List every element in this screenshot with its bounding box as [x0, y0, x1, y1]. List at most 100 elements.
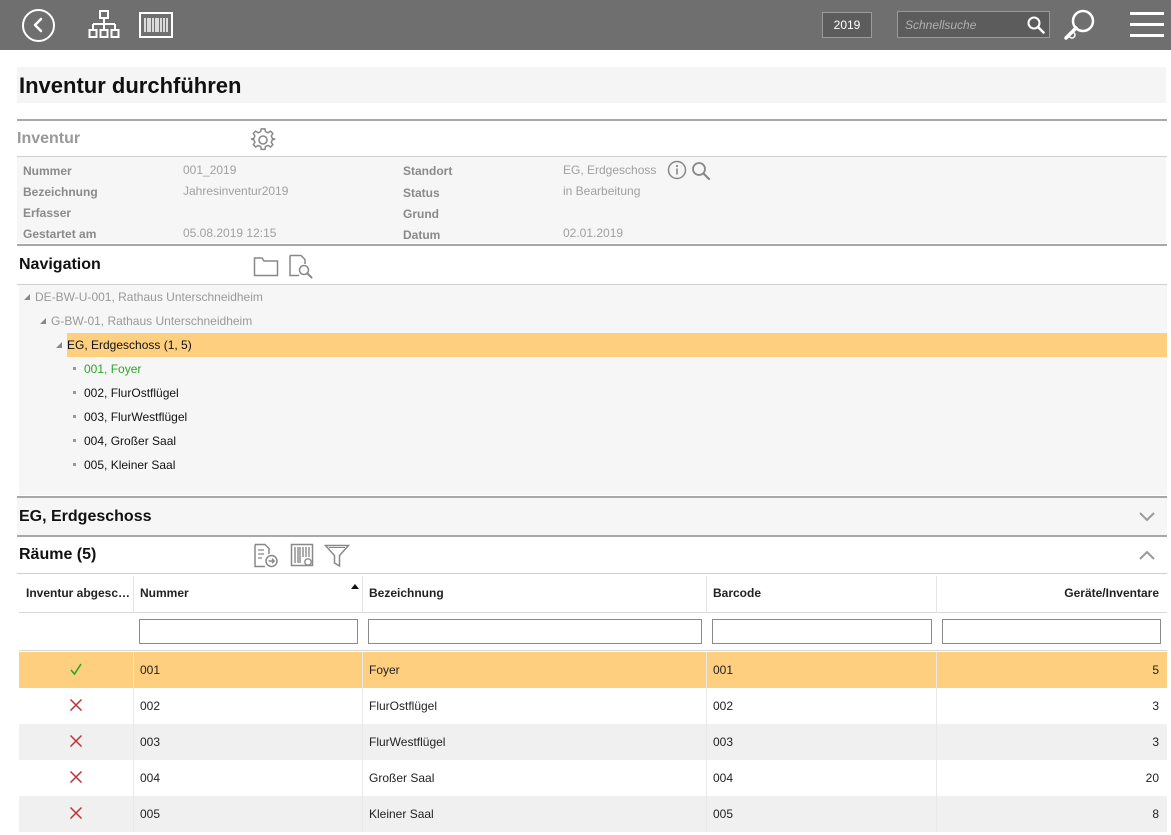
tree-node-room[interactable]: 003, FlurWestflügel: [73, 410, 187, 424]
tree-node-label: 004, Großer Saal: [84, 434, 177, 448]
divider: [17, 244, 1167, 246]
table-row[interactable]: 003 FlurWestflügel 003 3: [19, 724, 1167, 760]
tree-node-room[interactable]: 001, Foyer: [73, 362, 141, 376]
filter-input-nummer[interactable]: [139, 619, 358, 644]
search-icon[interactable]: [1027, 16, 1045, 34]
tree-node-label: 003, FlurWestflügel: [84, 410, 188, 424]
cross-icon: [69, 734, 83, 748]
filter-input-bezeichnung[interactable]: [368, 619, 702, 644]
tree-node-label: DE-BW-U-001, Rathaus Unterschneidheim: [35, 290, 263, 304]
divider: [17, 119, 1167, 121]
menu-button[interactable]: [1130, 10, 1164, 40]
cross-icon: [69, 698, 83, 712]
table-header: Inventur abgeschlossen Nummer Bezeichnun…: [19, 576, 1167, 613]
barcode-icon: [139, 12, 173, 38]
tree-node-floor[interactable]: EG, Erdgeschoss (1, 5): [56, 338, 192, 352]
quick-search-input[interactable]: [898, 12, 1023, 37]
back-button[interactable]: [22, 9, 55, 42]
tree-selection-highlight: [67, 333, 1167, 357]
document-search-icon[interactable]: [288, 254, 314, 280]
check-icon: [70, 663, 82, 676]
advanced-search-button[interactable]: [1063, 8, 1099, 47]
menu-icon: [1130, 12, 1164, 15]
page-title-bar: Inventur durchführen: [17, 67, 1166, 103]
cell-bezeichnung: Kleiner Saal: [363, 796, 707, 832]
tree-bullet: [73, 463, 76, 466]
top-bar: 2019: [0, 0, 1171, 50]
table-row[interactable]: 004 Großer Saal 004 20: [19, 760, 1167, 796]
menu-icon-line: [1130, 34, 1164, 37]
folder-icon[interactable]: [253, 255, 279, 277]
cell-geraete: 5: [1152, 663, 1159, 677]
year-selector[interactable]: 2019: [822, 12, 872, 38]
tree-node-building[interactable]: G-BW-01, Rathaus Unterschneidheim: [40, 314, 252, 328]
inventur-settings-button[interactable]: [250, 127, 276, 158]
cell-nummer: 003: [134, 724, 363, 760]
cell-geraete: 3: [1152, 699, 1159, 713]
cross-icon: [69, 806, 83, 820]
column-header-bezeichnung[interactable]: Bezeichnung: [363, 576, 707, 613]
tree-node-label: EG, Erdgeschoss (1, 5): [67, 338, 192, 352]
tree-node-label: G-BW-01, Rathaus Unterschneidheim: [51, 314, 253, 328]
menu-icon-line: [1130, 23, 1164, 26]
cell-barcode: 004: [707, 760, 937, 796]
back-icon: [33, 17, 43, 33]
tree-node-location[interactable]: DE-BW-U-001, Rathaus Unterschneidheim: [24, 290, 263, 304]
standort-search-icon[interactable]: [691, 161, 711, 181]
field-label-gestartet: Gestartet am: [23, 227, 97, 241]
expanded-triangle-icon[interactable]: [56, 342, 62, 348]
cell-barcode: 001: [707, 652, 937, 688]
column-header-nummer[interactable]: Nummer: [134, 576, 363, 613]
field-label-standort: Standort: [403, 164, 453, 178]
table-row[interactable]: 005 Kleiner Saal 005 8: [19, 796, 1167, 832]
cell-nummer: 005: [134, 796, 363, 832]
cell-geraete: 8: [1152, 807, 1159, 821]
tree-node-label: 005, Kleiner Saal: [84, 458, 176, 472]
cell-barcode: 002: [707, 688, 937, 724]
table-row[interactable]: 002 FlurOstflügel 002 3: [19, 688, 1167, 724]
tree-node-room[interactable]: 004, Großer Saal: [73, 434, 176, 448]
cell-done: [19, 724, 134, 760]
tree-node-label: 001, Foyer: [84, 362, 142, 376]
divider: [17, 573, 1167, 574]
page-title: Inventur durchführen: [19, 73, 242, 98]
cell-bezeichnung: Großer Saal: [363, 760, 707, 796]
inventur-section-title: Inventur: [17, 130, 81, 147]
column-header-barcode[interactable]: Barcode: [707, 576, 937, 613]
divider: [17, 535, 1167, 537]
filter-icon[interactable]: [324, 543, 350, 569]
sort-ascending-icon[interactable]: [351, 584, 359, 589]
barcode-settings-icon[interactable]: [290, 543, 316, 569]
info-icon[interactable]: [667, 160, 687, 180]
cell-geraete: 3: [1152, 735, 1159, 749]
field-label-erfasser: Erfasser: [23, 206, 72, 220]
hierarchy-icon: [88, 10, 120, 38]
cell-bezeichnung: Foyer: [363, 652, 707, 688]
tree-bullet: [73, 391, 76, 394]
field-value-status: in Bearbeitung: [563, 184, 641, 198]
chevron-up-icon[interactable]: [1138, 548, 1156, 562]
filter-input-geraete[interactable]: [942, 619, 1161, 644]
field-label-datum: Datum: [403, 228, 441, 242]
cell-done: [19, 652, 134, 688]
table-row[interactable]: 001 Foyer 001 5: [19, 652, 1167, 688]
tree-node-room[interactable]: 002, FlurOstflügel: [73, 386, 179, 400]
floor-section-header[interactable]: [17, 498, 1167, 535]
cell-barcode: 003: [707, 724, 937, 760]
field-label-bezeichnung: Bezeichnung: [23, 185, 98, 199]
barcode-button[interactable]: [139, 12, 173, 43]
column-header-inventur-abgeschlossen[interactable]: Inventur abgeschlossen: [19, 576, 134, 613]
expanded-triangle-icon[interactable]: [40, 318, 46, 324]
column-header-geraete-inventare[interactable]: Geräte/Inventare: [937, 576, 1167, 613]
hierarchy-button[interactable]: [88, 9, 120, 46]
field-value-gestartet: 05.08.2019 12:15: [183, 226, 277, 240]
chevron-down-icon[interactable]: [1138, 510, 1156, 524]
field-label-nummer: Nummer: [23, 164, 72, 178]
tree-node-room[interactable]: 005, Kleiner Saal: [73, 458, 175, 472]
tree-bullet: [73, 367, 76, 370]
expanded-triangle-icon[interactable]: [24, 294, 30, 300]
tree-bullet: [73, 415, 76, 418]
export-icon[interactable]: [253, 543, 279, 569]
cell-nummer: 002: [134, 688, 363, 724]
filter-input-barcode[interactable]: [712, 619, 932, 644]
